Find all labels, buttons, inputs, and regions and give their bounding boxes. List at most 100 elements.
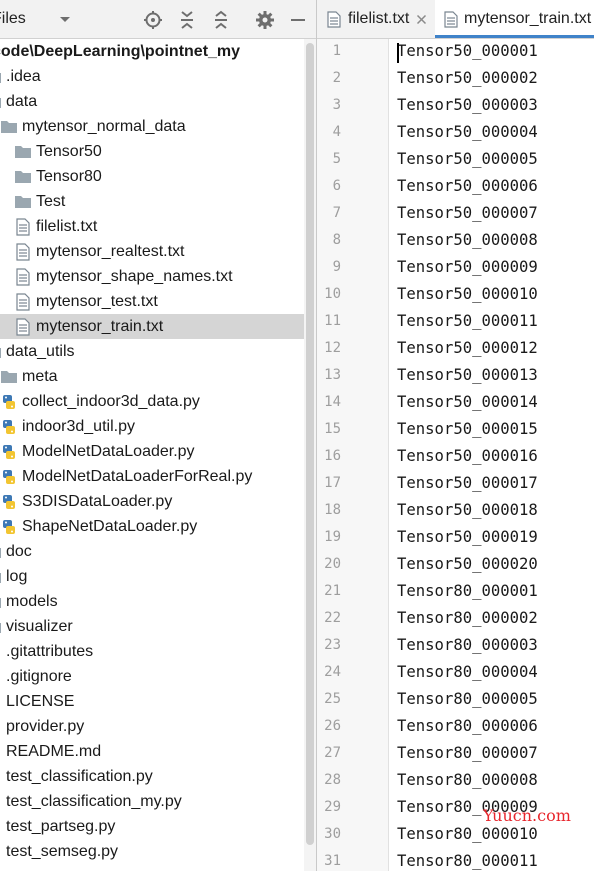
folder-icon <box>0 348 1 358</box>
gear-icon[interactable] <box>255 10 275 30</box>
tree-item[interactable]: mytensor_normal_data <box>0 114 316 139</box>
line-number: 4 <box>332 124 341 140</box>
code-line: Tensor50_000009 <box>397 258 538 276</box>
tree-item[interactable]: provider.py <box>0 714 316 739</box>
tab-label: mytensor_train.txt <box>464 10 592 27</box>
line-number: 30 <box>324 826 341 842</box>
chevron-down-icon[interactable] <box>57 11 73 27</box>
code-line: Tensor80_000006 <box>397 717 538 735</box>
tree-item[interactable]: data_utils <box>0 339 316 364</box>
folder-icon <box>1 371 17 383</box>
code-line: Tensor50_000012 <box>397 339 538 357</box>
tree-item[interactable]: .gitignore <box>0 664 316 689</box>
python-file-icon <box>3 520 15 534</box>
tree-item-label: test_partseg.py <box>6 818 116 835</box>
folder-icon <box>15 171 31 183</box>
line-number: 11 <box>324 313 341 329</box>
tree-item[interactable]: mytensor_train.txt <box>0 314 316 339</box>
code-line: Tensor80_000008 <box>397 771 538 789</box>
line-number: 3 <box>332 97 341 113</box>
line-number: 1 <box>332 43 341 59</box>
code-line: Tensor50_000010 <box>397 285 538 303</box>
tree-item[interactable]: code\DeepLearning\pointnet_my <box>0 39 316 64</box>
tree-item[interactable]: Tensor50 <box>0 139 316 164</box>
tree-item[interactable]: mytensor_test.txt <box>0 289 316 314</box>
code-line: Tensor50_000016 <box>397 447 538 465</box>
tree-item[interactable]: Tensor80 <box>0 164 316 189</box>
collapse-all-icon[interactable] <box>211 10 231 30</box>
code-line: Tensor50_000017 <box>397 474 538 492</box>
folder-icon <box>0 548 1 558</box>
tree-item[interactable]: mytensor_realtest.txt <box>0 239 316 264</box>
tree-item-label: mytensor_test.txt <box>36 293 158 310</box>
code-line: Tensor50_000001 <box>397 42 538 60</box>
close-icon[interactable] <box>416 14 427 25</box>
line-number: 28 <box>324 772 341 788</box>
text-file-icon <box>444 11 458 28</box>
tree-item[interactable]: LICENSE <box>0 689 316 714</box>
tree-item[interactable]: Test <box>0 189 316 214</box>
python-file-icon <box>0 843 2 861</box>
minimize-icon[interactable] <box>288 10 308 30</box>
tree-item[interactable]: meta <box>0 364 316 389</box>
tab-mytensor-train[interactable]: mytensor_train.txt <box>435 0 594 38</box>
tree-item[interactable]: collect_indoor3d_data.py <box>0 389 316 414</box>
tree-item[interactable]: mytensor_shape_names.txt <box>0 264 316 289</box>
tree-item[interactable]: ModelNetDataLoader.py <box>0 439 316 464</box>
tree-item-label: S3DISDataLoader.py <box>22 493 173 510</box>
code-line: Tensor80_000011 <box>397 852 538 870</box>
tree-item[interactable]: indoor3d_util.py <box>0 414 316 439</box>
line-number: 24 <box>324 664 341 680</box>
tree-item[interactable]: ShapeNetDataLoader.py <box>0 514 316 539</box>
tree-item-label: mytensor_shape_names.txt <box>36 268 233 285</box>
line-number: 8 <box>332 232 341 248</box>
code-line: Tensor50_000003 <box>397 96 538 114</box>
tree-item[interactable]: .gitattributes <box>0 639 316 664</box>
file-icon <box>0 668 2 686</box>
project-toolbar: Files <box>0 0 316 39</box>
tree-item[interactable]: S3DISDataLoader.py <box>0 489 316 514</box>
panel-title: Files <box>0 10 26 27</box>
folder-icon <box>0 623 1 633</box>
line-number: 9 <box>332 259 341 275</box>
tree-item[interactable]: test_partseg.py <box>0 814 316 839</box>
tree-item[interactable]: visualizer <box>0 614 316 639</box>
python-file-icon <box>3 420 15 434</box>
tree-item[interactable]: log <box>0 564 316 589</box>
tree-item[interactable]: ModelNetDataLoaderForReal.py <box>0 464 316 489</box>
line-number: 6 <box>332 178 341 194</box>
tree-item-label: Test <box>36 193 66 210</box>
line-number: 23 <box>324 637 341 653</box>
tree-item[interactable]: data <box>0 89 316 114</box>
text-file-icon <box>16 243 30 261</box>
tree-item-label: .gitattributes <box>6 643 94 660</box>
tree-scrollbar[interactable] <box>304 39 316 871</box>
code-line: Tensor80_000003 <box>397 636 538 654</box>
python-file-icon <box>3 495 15 509</box>
tree-scrollbar-thumb[interactable] <box>306 43 314 845</box>
tree-item-label: filelist.txt <box>36 218 98 235</box>
tree-item[interactable]: filelist.txt <box>0 214 316 239</box>
tree-item[interactable]: doc <box>0 539 316 564</box>
tree-item[interactable]: README.md <box>0 739 316 764</box>
tree-item-label: data_utils <box>6 343 75 360</box>
tab-filelist[interactable]: filelist.txt <box>317 0 435 38</box>
python-file-icon <box>0 793 2 811</box>
line-number: 22 <box>324 610 341 626</box>
expand-all-icon[interactable] <box>177 10 197 30</box>
code-line: Tensor80_000010 <box>397 825 538 843</box>
tree-item-label: models <box>6 593 58 610</box>
target-icon[interactable] <box>143 10 163 30</box>
tree-item-label: mytensor_realtest.txt <box>36 243 185 260</box>
line-number: 31 <box>324 853 341 869</box>
file-icon <box>0 743 2 761</box>
file-icon <box>0 693 2 711</box>
tree-item[interactable]: test_semseg.py <box>0 839 316 864</box>
tree-item[interactable]: .idea <box>0 64 316 89</box>
tree-item[interactable]: test_classification_my.py <box>0 789 316 814</box>
tree-item[interactable]: models <box>0 589 316 614</box>
tree-item-label: mytensor_normal_data <box>22 118 186 135</box>
tree-item[interactable]: test_classification.py <box>0 764 316 789</box>
tree-item-label: .idea <box>6 68 41 85</box>
code-line: Tensor50_000011 <box>397 312 538 330</box>
